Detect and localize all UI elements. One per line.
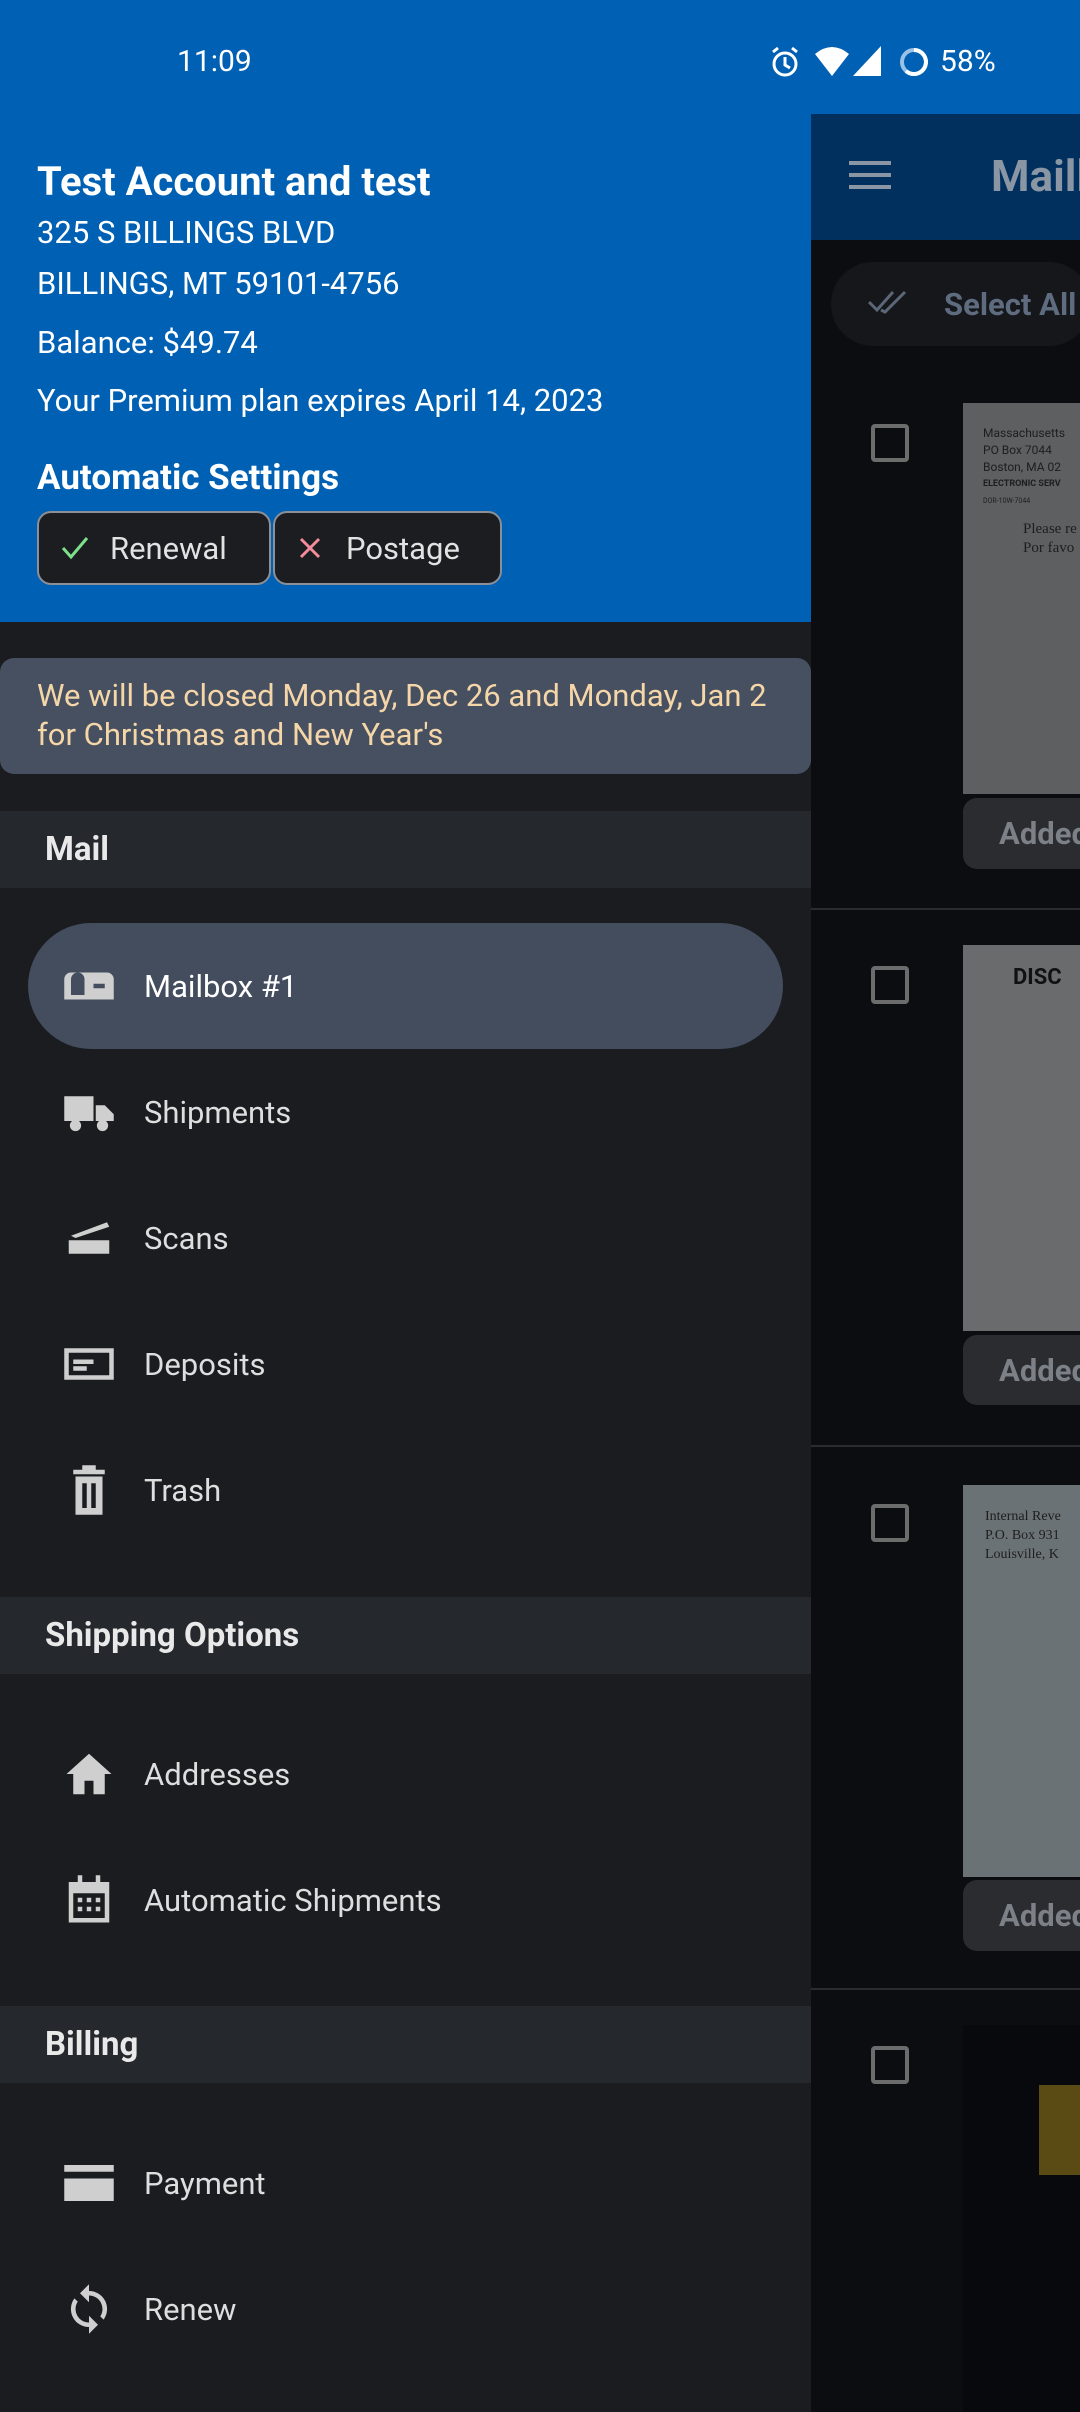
nav-label: Trash: [144, 1471, 222, 1509]
menu-icon[interactable]: [849, 160, 891, 190]
renew-icon: [70, 2284, 108, 2334]
added-badge: Added: [963, 1335, 1080, 1405]
section-mail: Mail: [0, 811, 811, 888]
mailbox-icon: [64, 972, 114, 1000]
wifi-icon: [815, 47, 849, 76]
item-checkbox[interactable]: [871, 2046, 909, 2084]
scanner-icon: [68, 1222, 110, 1254]
status-bar: 11:09 58%: [0, 0, 1080, 114]
envelope-text: Louisville, K: [985, 1547, 1059, 1562]
added-badge: Added: [963, 798, 1080, 869]
chip-label: Postage: [346, 529, 460, 567]
alarm-icon: [772, 46, 798, 77]
nav-label: Addresses: [144, 1755, 291, 1793]
balance: Balance: $49.74: [37, 324, 258, 361]
address-line1: 325 S BILLINGS BLVD: [37, 214, 336, 251]
envelope-text: ELECTRONIC SERV: [983, 479, 1061, 489]
page-title: Maill: [991, 150, 1080, 202]
envelope-text: Por favo: [1023, 540, 1075, 556]
automatic-settings-title: Automatic Settings: [37, 457, 340, 498]
account-name: Test Account and test: [37, 158, 431, 205]
account-header: Test Account and test 325 S BILLINGS BLV…: [0, 114, 811, 622]
nav-label: Renew: [144, 2290, 237, 2328]
navigation-drawer: Test Account and test 325 S BILLINGS BLV…: [0, 114, 811, 2412]
added-badge: Added: [963, 1880, 1080, 1951]
check-deposit-icon: [64, 1348, 114, 1380]
renewal-chip[interactable]: Renewal: [37, 511, 271, 585]
section-billing: Billing: [0, 2006, 811, 2083]
envelope-text: Internal Reve: [985, 1509, 1061, 1524]
divider: [811, 908, 1080, 910]
nav-label: Deposits: [144, 1345, 266, 1383]
envelope-image[interactable]: Internal Reve P.O. Box 931 Louisville, K: [963, 1485, 1080, 1877]
calendar-icon: [68, 1875, 110, 1923]
nav-item-addresses[interactable]: Addresses: [28, 1711, 783, 1837]
nav-item-renew[interactable]: Renew: [28, 2246, 783, 2372]
nav-item-trash[interactable]: Trash: [28, 1427, 783, 1553]
credit-card-icon: [64, 2165, 114, 2201]
nav-label: Scans: [144, 1219, 229, 1257]
nav-item-shipments[interactable]: Shipments: [28, 1049, 783, 1175]
select-all-label: Select All: [944, 285, 1077, 323]
nav-item-deposits[interactable]: Deposits: [28, 1301, 783, 1427]
image-graphic: [1039, 2085, 1080, 2175]
nav-item-payment[interactable]: Payment: [28, 2120, 783, 2246]
envelope-text: P.O. Box 931: [985, 1528, 1060, 1543]
nav-label: Mailbox #1: [144, 967, 298, 1005]
envelope-text: Please re: [1023, 521, 1077, 537]
section-shipping-options: Shipping Options: [0, 1597, 811, 1674]
truck-icon: [64, 1096, 114, 1132]
postage-chip[interactable]: Postage: [273, 511, 502, 585]
select-all-button[interactable]: Select All: [831, 262, 1080, 346]
item-checkbox[interactable]: [871, 1504, 909, 1542]
envelope-image[interactable]: [963, 2025, 1080, 2412]
nav-item-scans[interactable]: Scans: [28, 1175, 783, 1301]
envelope-text: PO Box 7044: [983, 443, 1052, 457]
envelope-text: Massachusetts: [983, 426, 1066, 440]
nav-label: Automatic Shipments: [144, 1881, 442, 1919]
plan-expiry: Your Premium plan expires April 14, 2023: [37, 382, 604, 419]
holiday-notice: We will be closed Monday, Dec 26 and Mon…: [0, 658, 811, 774]
nav-label: Payment: [144, 2164, 266, 2202]
nav-item-mailbox[interactable]: Mailbox #1: [28, 923, 783, 1049]
x-icon: [299, 537, 321, 559]
mailbox-content: Maill Select All Massachusetts PO Box 70…: [811, 114, 1080, 2412]
envelope-text: DISC: [1013, 965, 1062, 990]
app-toolbar: Maill: [811, 114, 1080, 240]
divider: [811, 1445, 1080, 1447]
divider: [811, 1988, 1080, 1990]
address-line2: BILLINGS, MT 59101-4756: [37, 265, 400, 302]
done-all-icon: [867, 290, 907, 314]
status-time: 11:09: [177, 44, 252, 79]
battery-percent: 58%: [940, 44, 996, 79]
trash-icon: [73, 1465, 105, 1515]
battery-saver-icon: [900, 48, 928, 76]
envelope-text: Boston, MA 02: [983, 460, 1062, 474]
nav-item-automatic-shipments[interactable]: Automatic Shipments: [28, 1837, 783, 1963]
home-icon: [66, 1753, 112, 1795]
item-checkbox[interactable]: [871, 966, 909, 1004]
item-checkbox[interactable]: [871, 424, 909, 462]
check-icon: [61, 537, 89, 560]
signal-icon: [853, 46, 881, 76]
envelope-image[interactable]: Massachusetts PO Box 7044 Boston, MA 02 …: [963, 403, 1080, 794]
nav-label: Shipments: [144, 1093, 292, 1131]
chip-label: Renewal: [110, 529, 227, 567]
envelope-text: DOR-10W-7044: [983, 497, 1031, 505]
envelope-image[interactable]: DISC: [963, 945, 1080, 1331]
